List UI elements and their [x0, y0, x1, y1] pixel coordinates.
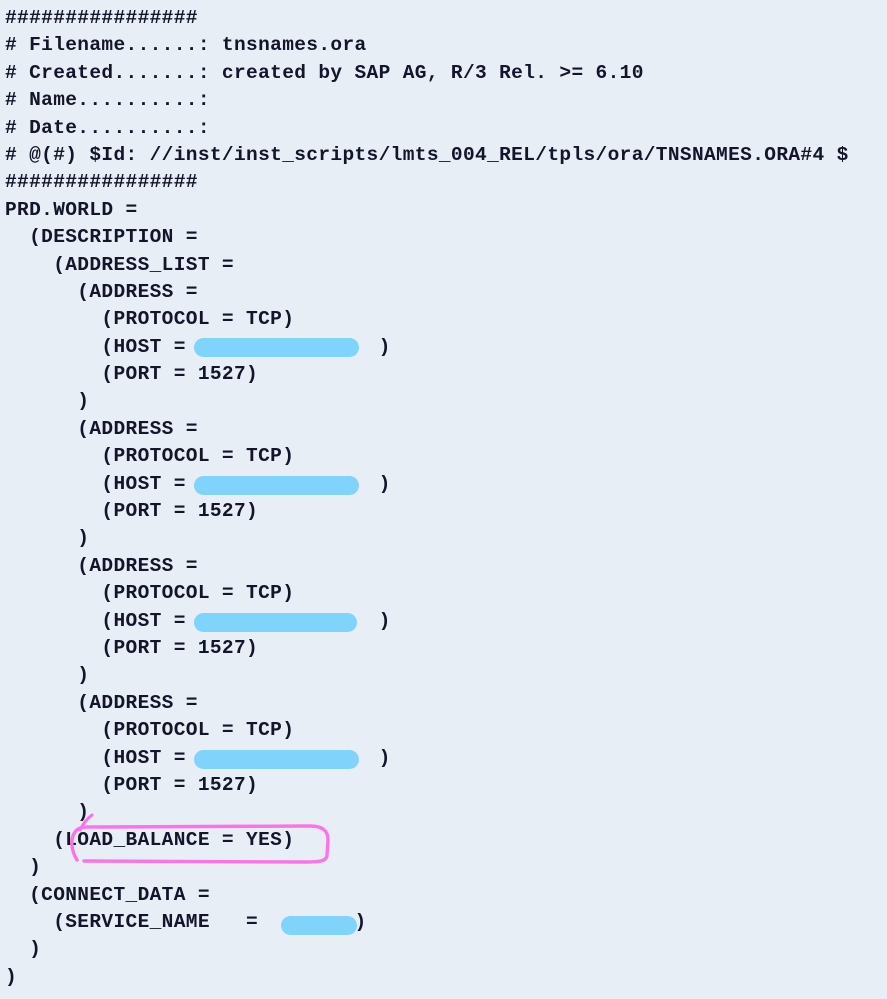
code-line-text: (LOAD_BALANCE = YES)	[5, 829, 294, 851]
code-line: (HOST = )	[5, 745, 887, 772]
code-line: (PROTOCOL = TCP)	[5, 443, 887, 470]
code-line: (ADDRESS_LIST =	[5, 252, 887, 279]
code-line-text: (ADDRESS =	[5, 692, 198, 714]
code-line: (HOST = )	[5, 471, 887, 498]
code-line-text: )	[5, 938, 41, 960]
code-line: (PROTOCOL = TCP)	[5, 580, 887, 607]
code-line: (HOST = )	[5, 608, 887, 635]
code-line-text: (ADDRESS =	[5, 555, 198, 577]
code-line: )	[5, 388, 887, 415]
code-line: (PROTOCOL = TCP)	[5, 717, 887, 744]
code-line-text: (PROTOCOL = TCP)	[5, 308, 294, 330]
code-line-text: PRD.WORLD =	[5, 199, 138, 221]
code-line: # @(#) $Id: //inst/inst_scripts/lmts_004…	[5, 142, 887, 169]
code-line-text: (CONNECT_DATA =	[5, 884, 210, 906]
code-line-text: (PROTOCOL = TCP)	[5, 445, 294, 467]
code-line: PRD.WORLD =	[5, 197, 887, 224]
code-line: (PROTOCOL = TCP)	[5, 306, 887, 333]
code-line-text: # Date..........:	[5, 117, 210, 139]
code-line-text: (PORT = 1527)	[5, 637, 258, 659]
code-line-text: # @(#) $Id: //inst/inst_scripts/lmts_004…	[5, 144, 849, 166]
code-line: ################	[5, 169, 887, 196]
text-file-view: ################ # Filename......: tnsnam…	[0, 0, 887, 999]
code-line: )	[5, 964, 887, 991]
code-line: )	[5, 854, 887, 881]
code-line: )	[5, 525, 887, 552]
code-line-text: )	[5, 966, 17, 988]
code-line: (ADDRESS =	[5, 279, 887, 306]
code-line: # Name..........:	[5, 87, 887, 114]
code-line: )	[5, 936, 887, 963]
code-line-text: (ADDRESS =	[5, 418, 198, 440]
code-line-text: )	[5, 664, 89, 686]
code-line: (CONNECT_DATA =	[5, 882, 887, 909]
code-line: # Created.......: created by SAP AG, R/3…	[5, 60, 887, 87]
code-line-text: # Filename......: tnsnames.ora	[5, 34, 367, 56]
code-line-text: (PORT = 1527)	[5, 363, 258, 385]
code-line-text: (SERVICE_NAME = )	[5, 911, 367, 933]
code-line-text: (PORT = 1527)	[5, 500, 258, 522]
code-line-text: ################	[5, 7, 198, 29]
code-line-text: ################	[5, 171, 198, 193]
code-line: (DESCRIPTION =	[5, 224, 887, 251]
code-line: (ADDRESS =	[5, 553, 887, 580]
code-body: ################ # Filename......: tnsnam…	[5, 5, 887, 991]
code-line: ################	[5, 5, 887, 32]
code-line: (ADDRESS =	[5, 690, 887, 717]
code-line-text: (HOST = )	[5, 610, 391, 632]
code-line: )	[5, 662, 887, 689]
code-line-text: (DESCRIPTION =	[5, 226, 198, 248]
code-line-text: (ADDRESS =	[5, 281, 198, 303]
code-line-text: (PROTOCOL = TCP)	[5, 582, 294, 604]
code-line: # Date..........:	[5, 115, 887, 142]
code-line: (PORT = 1527)	[5, 498, 887, 525]
code-line-text: (HOST = )	[5, 747, 391, 769]
code-line-text: # Created.......: created by SAP AG, R/3…	[5, 62, 644, 84]
code-line: (ADDRESS =	[5, 416, 887, 443]
code-line-text: (PORT = 1527)	[5, 774, 258, 796]
code-line-text: # Name..........:	[5, 89, 210, 111]
code-line-text: )	[5, 527, 89, 549]
code-line-text: (HOST = )	[5, 473, 391, 495]
code-line-text: )	[5, 856, 41, 878]
code-line-text: (ADDRESS_LIST =	[5, 254, 234, 276]
code-line: # Filename......: tnsnames.ora	[5, 32, 887, 59]
code-line: (PORT = 1527)	[5, 361, 887, 388]
code-line-text: )	[5, 390, 89, 412]
code-line-text: (PROTOCOL = TCP)	[5, 719, 294, 741]
code-line: (HOST = )	[5, 334, 887, 361]
code-line: (LOAD_BALANCE = YES)	[5, 827, 887, 854]
code-line: )	[5, 799, 887, 826]
code-line: (PORT = 1527)	[5, 635, 887, 662]
code-line-text: )	[5, 801, 89, 823]
code-line: (SERVICE_NAME = )	[5, 909, 887, 936]
code-line-text: (HOST = )	[5, 336, 391, 358]
code-line: (PORT = 1527)	[5, 772, 887, 799]
